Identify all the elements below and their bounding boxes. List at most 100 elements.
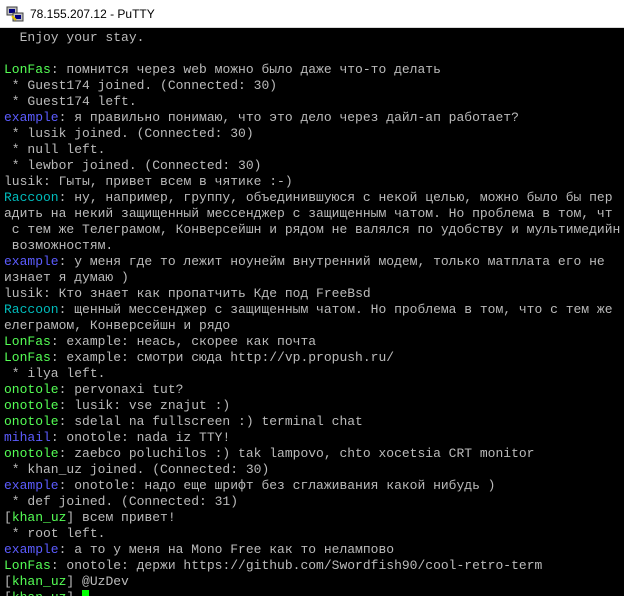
- nickname: khan_uz: [11, 510, 67, 525]
- message-text: : щенный мессенджер с защищенным чатом. …: [58, 302, 613, 317]
- message-text: : pervonaxi tut?: [58, 382, 184, 397]
- nickname: example: [4, 478, 59, 493]
- line-text: Enjoy your stay.: [4, 30, 145, 45]
- open-bracket: [: [4, 574, 12, 589]
- terminal-line: * root left.: [4, 526, 624, 542]
- message-text: : lusik: vse znajut :): [58, 398, 231, 413]
- chat-message-line: LonFas: example: смотри сюда http://vp.p…: [4, 350, 624, 366]
- nickname: example: [4, 254, 59, 269]
- nickname: example: [4, 542, 59, 557]
- line-text: * ilya left.: [4, 366, 106, 381]
- message-text: : а то у меня на Mono Free как то неламп…: [58, 542, 395, 557]
- chat-message-line: [khan_uz] @UzDev: [4, 574, 624, 590]
- nickname: onotole: [4, 382, 59, 397]
- nickname: lusik: [4, 174, 44, 189]
- terminal-line: Enjoy your stay.: [4, 30, 624, 46]
- chat-message-line: LonFas: помнится через web можно было да…: [4, 62, 624, 78]
- line-text: * khan_uz joined. (Connected: 30): [4, 462, 270, 477]
- chat-message-line: LonFas: example: неась, скорее как почта: [4, 334, 624, 350]
- chat-message-line: lusik: Кто знает как пропатчить Кде под …: [4, 286, 624, 302]
- title-bar[interactable]: 78.155.207.12 - PuTTY: [0, 0, 624, 28]
- nickname: khan_uz: [11, 574, 67, 589]
- line-text: изнает я думаю ): [4, 270, 129, 285]
- nickname: LonFas: [4, 334, 51, 349]
- nickname: onotole: [4, 414, 59, 429]
- nickname: Raccoon: [4, 302, 59, 317]
- terminal-line: * khan_uz joined. (Connected: 30): [4, 462, 624, 478]
- open-bracket: [: [4, 590, 12, 596]
- line-text: адить на некий защищенный мессенджер с з…: [4, 206, 613, 221]
- nickname: Raccoon: [4, 190, 59, 205]
- line-text: * root left.: [4, 526, 106, 541]
- chat-message-line: [khan_uz] всем привет!: [4, 510, 624, 526]
- message-text: : onotole: nada iz TTY!: [50, 430, 231, 445]
- chat-message-line: onotole: sdelal na fullscreen :) termina…: [4, 414, 624, 430]
- message-text: : onotole: надо еще шрифт без сглаживани…: [58, 478, 496, 493]
- message-text: : example: смотри сюда http://vp.propush…: [50, 350, 395, 365]
- text-cursor: [82, 590, 90, 596]
- terminal-screen[interactable]: Enjoy your stay. LonFas: помнится через w…: [0, 28, 624, 596]
- line-text: * lusik joined. (Connected: 30): [4, 126, 254, 141]
- terminal-line: с тем же Телеграмом, Конверсейшн и рядом…: [4, 222, 624, 238]
- message-text: : я правильно понимаю, что это дело чере…: [58, 110, 519, 125]
- message-text: : onotole: держи https://github.com/Swor…: [50, 558, 543, 573]
- message-text: : example: неась, скорее как почта: [50, 334, 317, 349]
- putty-window: 78.155.207.12 - PuTTY Enjoy your stay. Lo…: [0, 0, 624, 596]
- terminal-line: изнает я думаю ): [4, 270, 624, 286]
- line-text: с тем же Телеграмом, Конверсейшн и рядом…: [4, 222, 621, 237]
- terminal-line: * null left.: [4, 142, 624, 158]
- message-text: : zaebco poluchilos :) tak lampovo, chto…: [58, 446, 535, 461]
- terminal-line: * lewbor joined. (Connected: 30): [4, 158, 624, 174]
- terminal-line: адить на некий защищенный мессенджер с з…: [4, 206, 624, 222]
- message-text: : ну, например, группу, объединившуюся с…: [58, 190, 613, 205]
- terminal-line: возможностям.: [4, 238, 624, 254]
- terminal-line: * ilya left.: [4, 366, 624, 382]
- message-text: @UzDev: [74, 574, 129, 589]
- message-text: : Гыты, привет всем в чятике :-): [43, 174, 293, 189]
- chat-message-line: LonFas: onotole: держи https://github.co…: [4, 558, 624, 574]
- message-text: : Кто знает как пропатчить Кде под FreeB…: [43, 286, 371, 301]
- nickname: LonFas: [4, 558, 51, 573]
- chat-message-line: mihail: onotole: nada iz TTY!: [4, 430, 624, 446]
- open-bracket: [: [4, 510, 12, 525]
- nickname: LonFas: [4, 62, 51, 77]
- chat-message-line: onotole: pervonaxi tut?: [4, 382, 624, 398]
- nickname: LonFas: [4, 350, 51, 365]
- window-title: 78.155.207.12 - PuTTY: [30, 6, 155, 21]
- chat-message-line: example: onotole: надо еще шрифт без сгл…: [4, 478, 624, 494]
- nickname: onotole: [4, 446, 59, 461]
- nickname: lusik: [4, 286, 44, 301]
- chat-message-line: lusik: Гыты, привет всем в чятике :-): [4, 174, 624, 190]
- terminal-output: Enjoy your stay. LonFas: помнится через w…: [0, 28, 624, 596]
- chat-message-line: onotole: lusik: vse znajut :): [4, 398, 624, 414]
- line-text: елеграмом, Конверсейшн и рядо: [4, 318, 231, 333]
- chat-message-line: Raccoon: щенный мессенджер с защищенным …: [4, 302, 624, 318]
- chat-message-line: onotole: zaebco poluchilos :) tak lampov…: [4, 446, 624, 462]
- chat-message-line: Raccoon: ну, например, группу, объединив…: [4, 190, 624, 206]
- terminal-line: * Guest174 left.: [4, 94, 624, 110]
- line-text: * def joined. (Connected: 31): [4, 494, 239, 509]
- nickname: example: [4, 110, 59, 125]
- line-text: возможностям.: [4, 238, 114, 253]
- message-text: всем привет!: [74, 510, 176, 525]
- message-text: : помнится через web можно было даже что…: [50, 62, 441, 77]
- message-text: : sdelal na fullscreen :) terminal chat: [58, 414, 363, 429]
- chat-message-line: example: я правильно понимаю, что это де…: [4, 110, 624, 126]
- terminal-line: елеграмом, Конверсейшн и рядо: [4, 318, 624, 334]
- line-text: * null left.: [4, 142, 106, 157]
- input-prompt-line[interactable]: [khan_uz]: [4, 590, 624, 596]
- putty-icon[interactable]: [6, 5, 24, 23]
- terminal-line: * lusik joined. (Connected: 30): [4, 126, 624, 142]
- line-text: * Guest174 left.: [4, 94, 137, 109]
- chat-message-line: example: а то у меня на Mono Free как то…: [4, 542, 624, 558]
- line-text: * lewbor joined. (Connected: 30): [4, 158, 262, 173]
- chat-message-line: example: у меня где то лежит ноунейм вну…: [4, 254, 624, 270]
- nickname: khan_uz: [12, 590, 67, 596]
- terminal-line: * def joined. (Connected: 31): [4, 494, 624, 510]
- message-text: : у меня где то лежит ноунейм внутренний…: [58, 254, 605, 269]
- nickname: onotole: [4, 398, 59, 413]
- nickname: mihail: [4, 430, 51, 445]
- line-text: * Guest174 joined. (Connected: 30): [4, 78, 278, 93]
